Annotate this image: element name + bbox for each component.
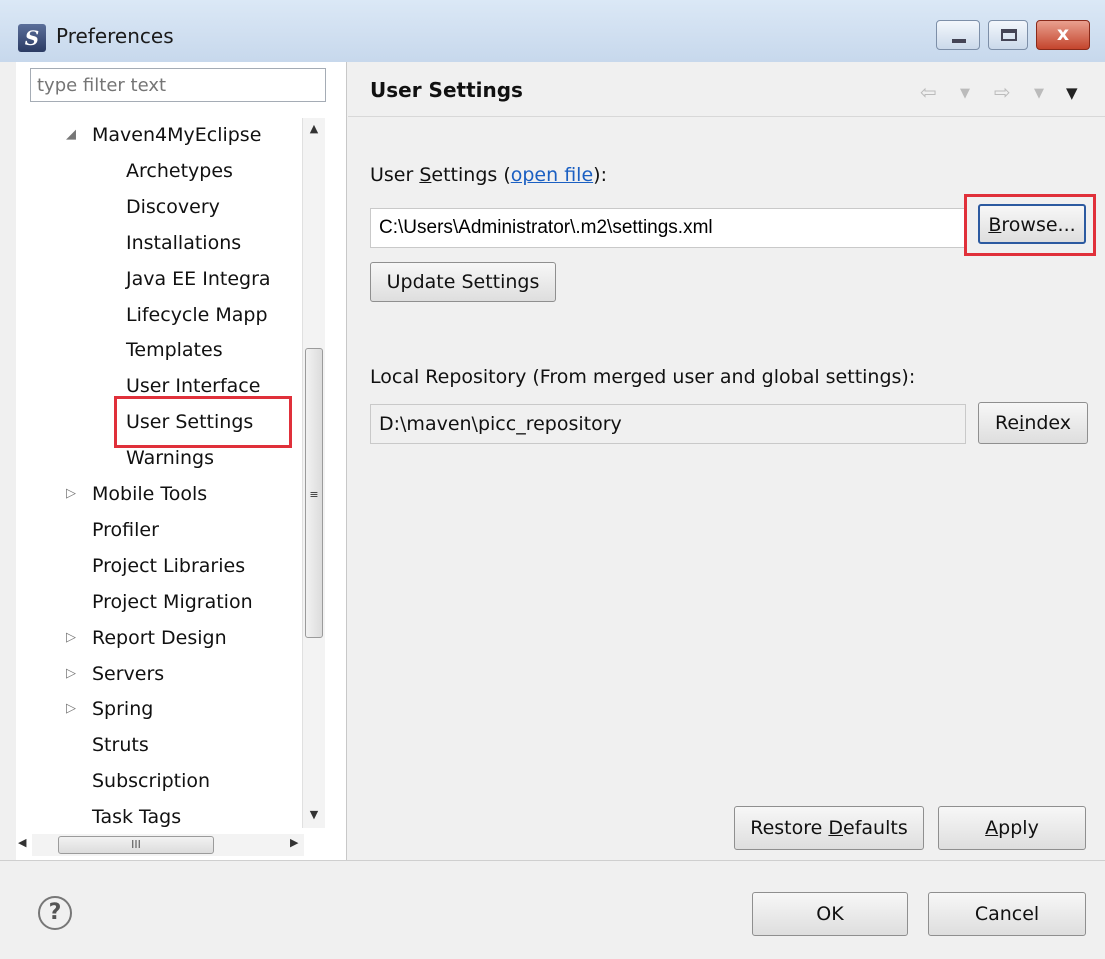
- reindex-button[interactable]: Reindex: [978, 402, 1088, 444]
- title-separator: [348, 116, 1105, 117]
- user-settings-path-field[interactable]: [370, 208, 966, 248]
- close-button[interactable]: x: [1036, 20, 1090, 50]
- tree-node[interactable]: Discovery: [126, 192, 220, 222]
- tree-node-label: Project Migration: [92, 590, 253, 613]
- scroll-right-icon[interactable]: ▶: [290, 836, 298, 849]
- tree-node-label: Subscription: [92, 770, 211, 793]
- preferences-window: S Preferences x ◢ Maven4MyEclipse Archetyp…: [0, 0, 1105, 959]
- maximize-button[interactable]: [988, 20, 1028, 50]
- tree-node-label: Maven4MyEclipse: [92, 124, 262, 146]
- tree-node[interactable]: Struts: [92, 730, 149, 760]
- scroll-down-icon[interactable]: ▼: [303, 808, 325, 821]
- tree-node[interactable]: ▷ Spring: [66, 694, 154, 724]
- maximize-icon: [1001, 29, 1017, 41]
- tree-node[interactable]: ▷ Report Design: [66, 623, 227, 653]
- tree-horizontal-scrollbar[interactable]: ◀ III ▶: [18, 834, 304, 856]
- tree-node-label: Mobile Tools: [92, 483, 208, 505]
- tree-node-label: Templates: [126, 339, 223, 362]
- tree-node[interactable]: Java EE Integra: [126, 264, 271, 294]
- local-repository-field: D:\maven\picc_repository: [370, 404, 966, 444]
- app-icon: S: [18, 24, 46, 52]
- expand-arrow-icon[interactable]: ▷: [66, 694, 76, 724]
- tree-node[interactable]: ▷ Servers: [66, 659, 165, 689]
- tree-node[interactable]: Subscription: [92, 766, 210, 796]
- preferences-tree: ◢ Maven4MyEclipse Archetypes Discovery Insta…: [16, 118, 306, 828]
- back-icon[interactable]: ⇦: [920, 80, 937, 104]
- highlight-box-user-settings-node: [114, 396, 292, 448]
- scroll-grip-icon: ≡: [309, 488, 319, 501]
- tree-node-label: Installations: [126, 231, 242, 254]
- close-icon: x: [1056, 23, 1070, 45]
- forward-icon[interactable]: ⇨: [994, 80, 1011, 104]
- update-settings-button[interactable]: Update Settings: [370, 262, 556, 302]
- horizontal-scroll-thumb[interactable]: III: [58, 836, 214, 854]
- tree-node[interactable]: Profiler: [92, 515, 159, 545]
- collapse-arrow-icon[interactable]: ◢: [66, 120, 76, 150]
- tree-node[interactable]: Templates: [126, 335, 223, 365]
- minimize-button[interactable]: [936, 20, 980, 50]
- user-settings-label: User Settings (open file):: [370, 164, 607, 186]
- local-repository-label: Local Repository (From merged user and g…: [370, 366, 916, 388]
- footer-separator: [0, 860, 1105, 861]
- tree-node[interactable]: Installations: [126, 228, 241, 258]
- tree-node-label: Report Design: [92, 626, 227, 649]
- tree-node-label: Discovery: [126, 195, 220, 218]
- tree-node-label: Java EE Integra: [126, 267, 271, 290]
- tree-node[interactable]: ◢ Maven4MyEclipse: [66, 120, 262, 150]
- cancel-button[interactable]: Cancel: [928, 892, 1086, 936]
- tree-node-label: Task Tags: [92, 806, 182, 828]
- restore-defaults-button[interactable]: Restore Defaults: [734, 806, 924, 850]
- title-bar: S Preferences x: [0, 0, 1105, 62]
- scroll-left-icon[interactable]: ◀: [18, 836, 26, 849]
- tree-node-label: Warnings: [126, 447, 215, 470]
- tree-node[interactable]: Project Migration: [92, 587, 253, 617]
- tree-node-label: Servers: [92, 662, 165, 685]
- tree-node[interactable]: Archetypes: [126, 156, 233, 186]
- tree-node-label: Archetypes: [126, 159, 233, 182]
- scroll-up-icon[interactable]: ▲: [303, 122, 325, 135]
- tree-node-label: User Interface: [126, 375, 261, 398]
- highlight-box-browse: [964, 194, 1096, 256]
- back-menu-icon[interactable]: ▼: [960, 86, 970, 101]
- page-title: User Settings: [370, 78, 523, 102]
- tree-node[interactable]: Project Libraries: [92, 551, 245, 581]
- filter-input[interactable]: [30, 68, 326, 102]
- tree-node-label: Struts: [92, 734, 149, 757]
- expand-arrow-icon[interactable]: ▷: [66, 479, 76, 509]
- view-menu-icon[interactable]: ▼: [1066, 84, 1078, 102]
- tree-node[interactable]: ▷ Mobile Tools: [66, 479, 208, 509]
- expand-arrow-icon[interactable]: ▷: [66, 623, 76, 653]
- tree-node-label: Profiler: [92, 518, 159, 541]
- window-title: Preferences: [56, 24, 174, 48]
- tree-node[interactable]: Lifecycle Mapp: [126, 300, 268, 330]
- tree-node-label: Spring: [92, 698, 154, 721]
- forward-menu-icon[interactable]: ▼: [1034, 86, 1044, 101]
- ok-button[interactable]: OK: [752, 892, 908, 936]
- apply-button[interactable]: Apply: [938, 806, 1086, 850]
- help-icon[interactable]: ?: [38, 896, 72, 930]
- tree-node-label: Project Libraries: [92, 554, 246, 577]
- tree-vertical-scrollbar[interactable]: ▲ ≡ ▼: [302, 118, 325, 828]
- tree-node-label: Lifecycle Mapp: [126, 303, 268, 326]
- minimize-icon: [952, 39, 966, 43]
- tree-node[interactable]: Task Tags: [92, 802, 181, 828]
- open-file-link[interactable]: open file: [511, 164, 593, 186]
- expand-arrow-icon[interactable]: ▷: [66, 659, 76, 689]
